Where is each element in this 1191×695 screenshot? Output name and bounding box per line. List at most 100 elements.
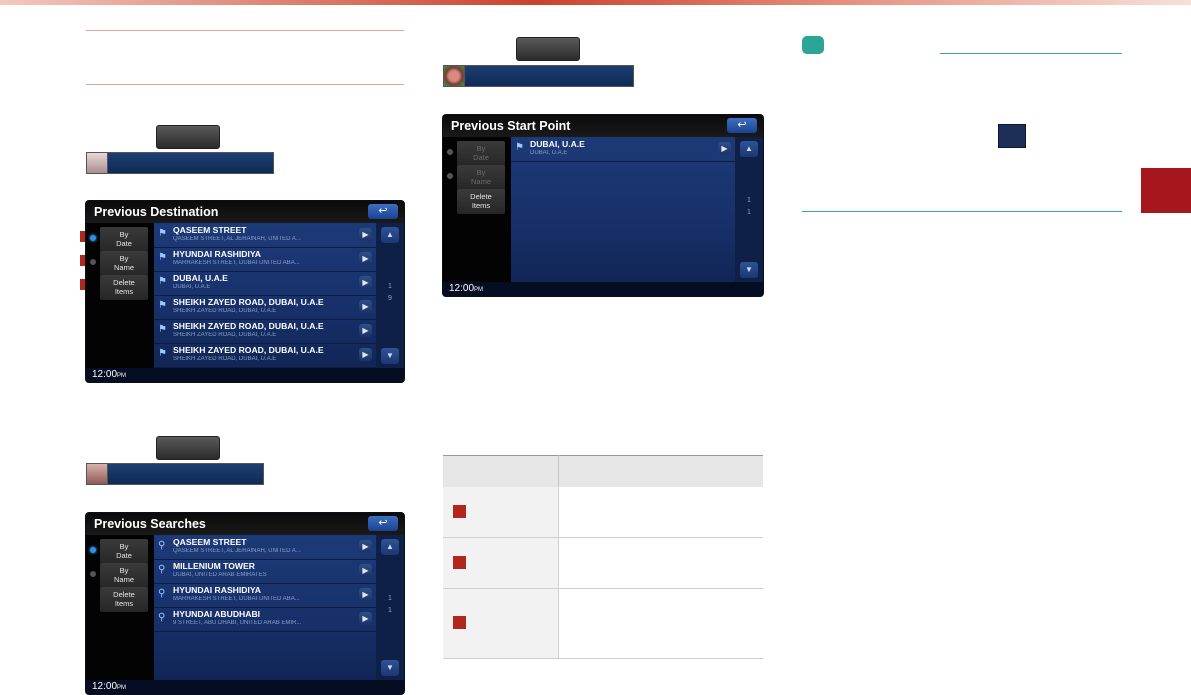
list-item[interactable]: ⚲ QASEEM STREET QASEEM STREET, AL JERAIN…	[154, 535, 376, 560]
sort-by-name-button[interactable]: By Name	[100, 563, 148, 588]
scroll-up-button[interactable]: ▲	[381, 539, 399, 555]
sort-by-name-button[interactable]: By Name	[100, 251, 148, 276]
search-icon: ⚲	[158, 588, 166, 599]
chevron-right-icon[interactable]: ▶	[718, 142, 731, 155]
sort-radio-date	[447, 149, 453, 155]
search-thumb-icon	[87, 464, 108, 484]
section-rule	[86, 84, 404, 85]
flag-icon: ⚑	[158, 276, 167, 287]
sort-radio-date[interactable]	[90, 547, 96, 553]
table-row	[443, 537, 763, 589]
sort-radio-date[interactable]	[90, 235, 96, 241]
hardware-key	[156, 436, 220, 460]
chevron-right-icon[interactable]: ▶	[359, 300, 372, 313]
page-total: 1	[747, 209, 751, 216]
page-total: 1	[388, 607, 392, 614]
scroll-down-button[interactable]: ▼	[381, 348, 399, 364]
page-current: 1	[388, 283, 392, 290]
screen-title: Previous Destination	[86, 201, 404, 223]
sort-by-name-button: By Name	[457, 165, 505, 190]
top-color-bar	[0, 0, 1191, 5]
callout-marker-1	[453, 505, 466, 519]
start-point-list: ⚑ DUBAI, U.A.E DUBAI, U.A.E ▶	[511, 137, 735, 282]
list-item[interactable]: ⚑ SHEIKH ZAYED ROAD, DUBAI, U.A.E SHEIKH…	[154, 295, 376, 320]
back-button[interactable]: ↩	[368, 204, 398, 219]
flag-icon: ⚑	[158, 228, 167, 239]
list-item[interactable]: ⚑ SHEIKH ZAYED ROAD, DUBAI, U.A.E SHEIKH…	[154, 319, 376, 344]
chevron-right-icon[interactable]: ▶	[359, 588, 372, 601]
page-current: 1	[747, 197, 751, 204]
description-table	[443, 455, 763, 659]
list-item[interactable]: ⚲ HYUNDAI ABUDHABI 9 STREET, ABU DHABI, …	[154, 607, 376, 632]
list-item[interactable]: ⚲ MILLENIUM TOWER DUBAI, UNITED ARAB EMI…	[154, 559, 376, 584]
scrollbar[interactable]: ▲ 1 1 ▼	[376, 535, 404, 680]
destination-thumb-icon	[87, 153, 108, 173]
search-icon: ⚲	[158, 612, 166, 623]
note-badge	[802, 36, 824, 54]
scroll-down-button: ▼	[740, 262, 758, 278]
table-header	[443, 455, 763, 487]
chevron-right-icon[interactable]: ▶	[359, 252, 372, 265]
start-point-thumb-icon	[444, 66, 465, 86]
chevron-right-icon[interactable]: ▶	[359, 324, 372, 337]
previous-destination-screen: Previous Destination ↩ By Date By Name Del…	[86, 201, 404, 382]
flag-icon: ⚑	[515, 142, 524, 153]
search-icon: ⚲	[158, 540, 166, 551]
list-item[interactable]: ⚑ DUBAI, U.A.E DUBAI, U.A.E ▶	[511, 137, 735, 162]
note-rule	[802, 211, 1122, 212]
delete-items-button[interactable]: Delete Items	[100, 275, 148, 300]
scrollbar[interactable]: ▲ 1 9 ▼	[376, 223, 404, 368]
chapter-tab	[1141, 168, 1191, 213]
menu-path-start-point	[443, 65, 634, 87]
chevron-right-icon[interactable]: ▶	[359, 564, 372, 577]
menu-path-destination	[86, 152, 274, 174]
list-item[interactable]: ⚲ HYUNDAI RASHIDIYA MARRAKESH STREET, DU…	[154, 583, 376, 608]
hardware-key	[156, 125, 220, 149]
screen-title: Previous Start Point	[443, 115, 763, 137]
sort-radio-name[interactable]	[90, 259, 96, 265]
section-rule	[86, 30, 404, 31]
note-rule	[940, 53, 1122, 54]
chevron-right-icon[interactable]: ▶	[359, 540, 372, 553]
sort-by-date-button[interactable]: By Date	[100, 227, 148, 252]
table-row	[443, 588, 763, 659]
list-item[interactable]: ⚑ QASEEM STREET QASEEM STREET, AL JERAIN…	[154, 223, 376, 248]
scrollbar[interactable]: ▲ 1 1 ▼	[735, 137, 763, 282]
screen-title: Previous Searches	[86, 513, 404, 535]
chevron-right-icon[interactable]: ▶	[359, 348, 372, 361]
back-arrow-icon: ↩	[737, 119, 747, 131]
scroll-down-button[interactable]: ▼	[381, 660, 399, 676]
chevron-right-icon[interactable]: ▶	[359, 612, 372, 625]
previous-searches-screen: Previous Searches ↩ By Date By Name Delete…	[86, 513, 404, 694]
search-list: ⚲ QASEEM STREET QASEEM STREET, AL JERAIN…	[154, 535, 376, 680]
back-button[interactable]: ↩	[368, 516, 398, 531]
list-item[interactable]: ⚑ DUBAI, U.A.E DUBAI, U.A.E ▶	[154, 271, 376, 296]
clock: 12:00	[92, 369, 118, 380]
scroll-up-button[interactable]: ▲	[381, 227, 399, 243]
flag-icon: ⚑	[158, 324, 167, 335]
chevron-right-icon[interactable]: ▶	[359, 276, 372, 289]
delete-items-button[interactable]: Delete Items	[100, 587, 148, 612]
list-item[interactable]: ⚑ HYUNDAI RASHIDIYA MARRAKESH STREET, DU…	[154, 247, 376, 272]
back-arrow-icon: ↩	[378, 517, 388, 529]
page-current: 1	[388, 595, 392, 602]
back-button[interactable]: ↩	[727, 118, 757, 133]
chevron-right-icon[interactable]: ▶	[359, 228, 372, 241]
status-bar: 12:00PM	[86, 368, 404, 382]
callout-marker-3	[453, 616, 466, 630]
delete-items-button[interactable]: Delete Items	[457, 189, 505, 214]
clock: 12:00	[92, 681, 118, 692]
status-bar: 12:00PM	[443, 282, 763, 296]
list-item[interactable]: ⚑ SHEIKH ZAYED ROAD, DUBAI, U.A.E SHEIKH…	[154, 343, 376, 368]
flag-icon: ⚑	[158, 300, 167, 311]
menu-path-bar	[108, 153, 273, 173]
table-row	[443, 487, 763, 538]
callout-marker-2	[453, 555, 466, 569]
previous-start-point-screen: Previous Start Point ↩ By Date By Name Del…	[443, 115, 763, 296]
sort-by-date-button[interactable]: By Date	[100, 539, 148, 564]
sort-panel: By Date By Name Delete Items	[443, 137, 511, 282]
sort-radio-name	[447, 173, 453, 179]
button-glyph	[998, 124, 1026, 148]
sort-radio-name[interactable]	[90, 571, 96, 577]
sort-panel: By Date By Name Delete Items	[86, 223, 154, 368]
